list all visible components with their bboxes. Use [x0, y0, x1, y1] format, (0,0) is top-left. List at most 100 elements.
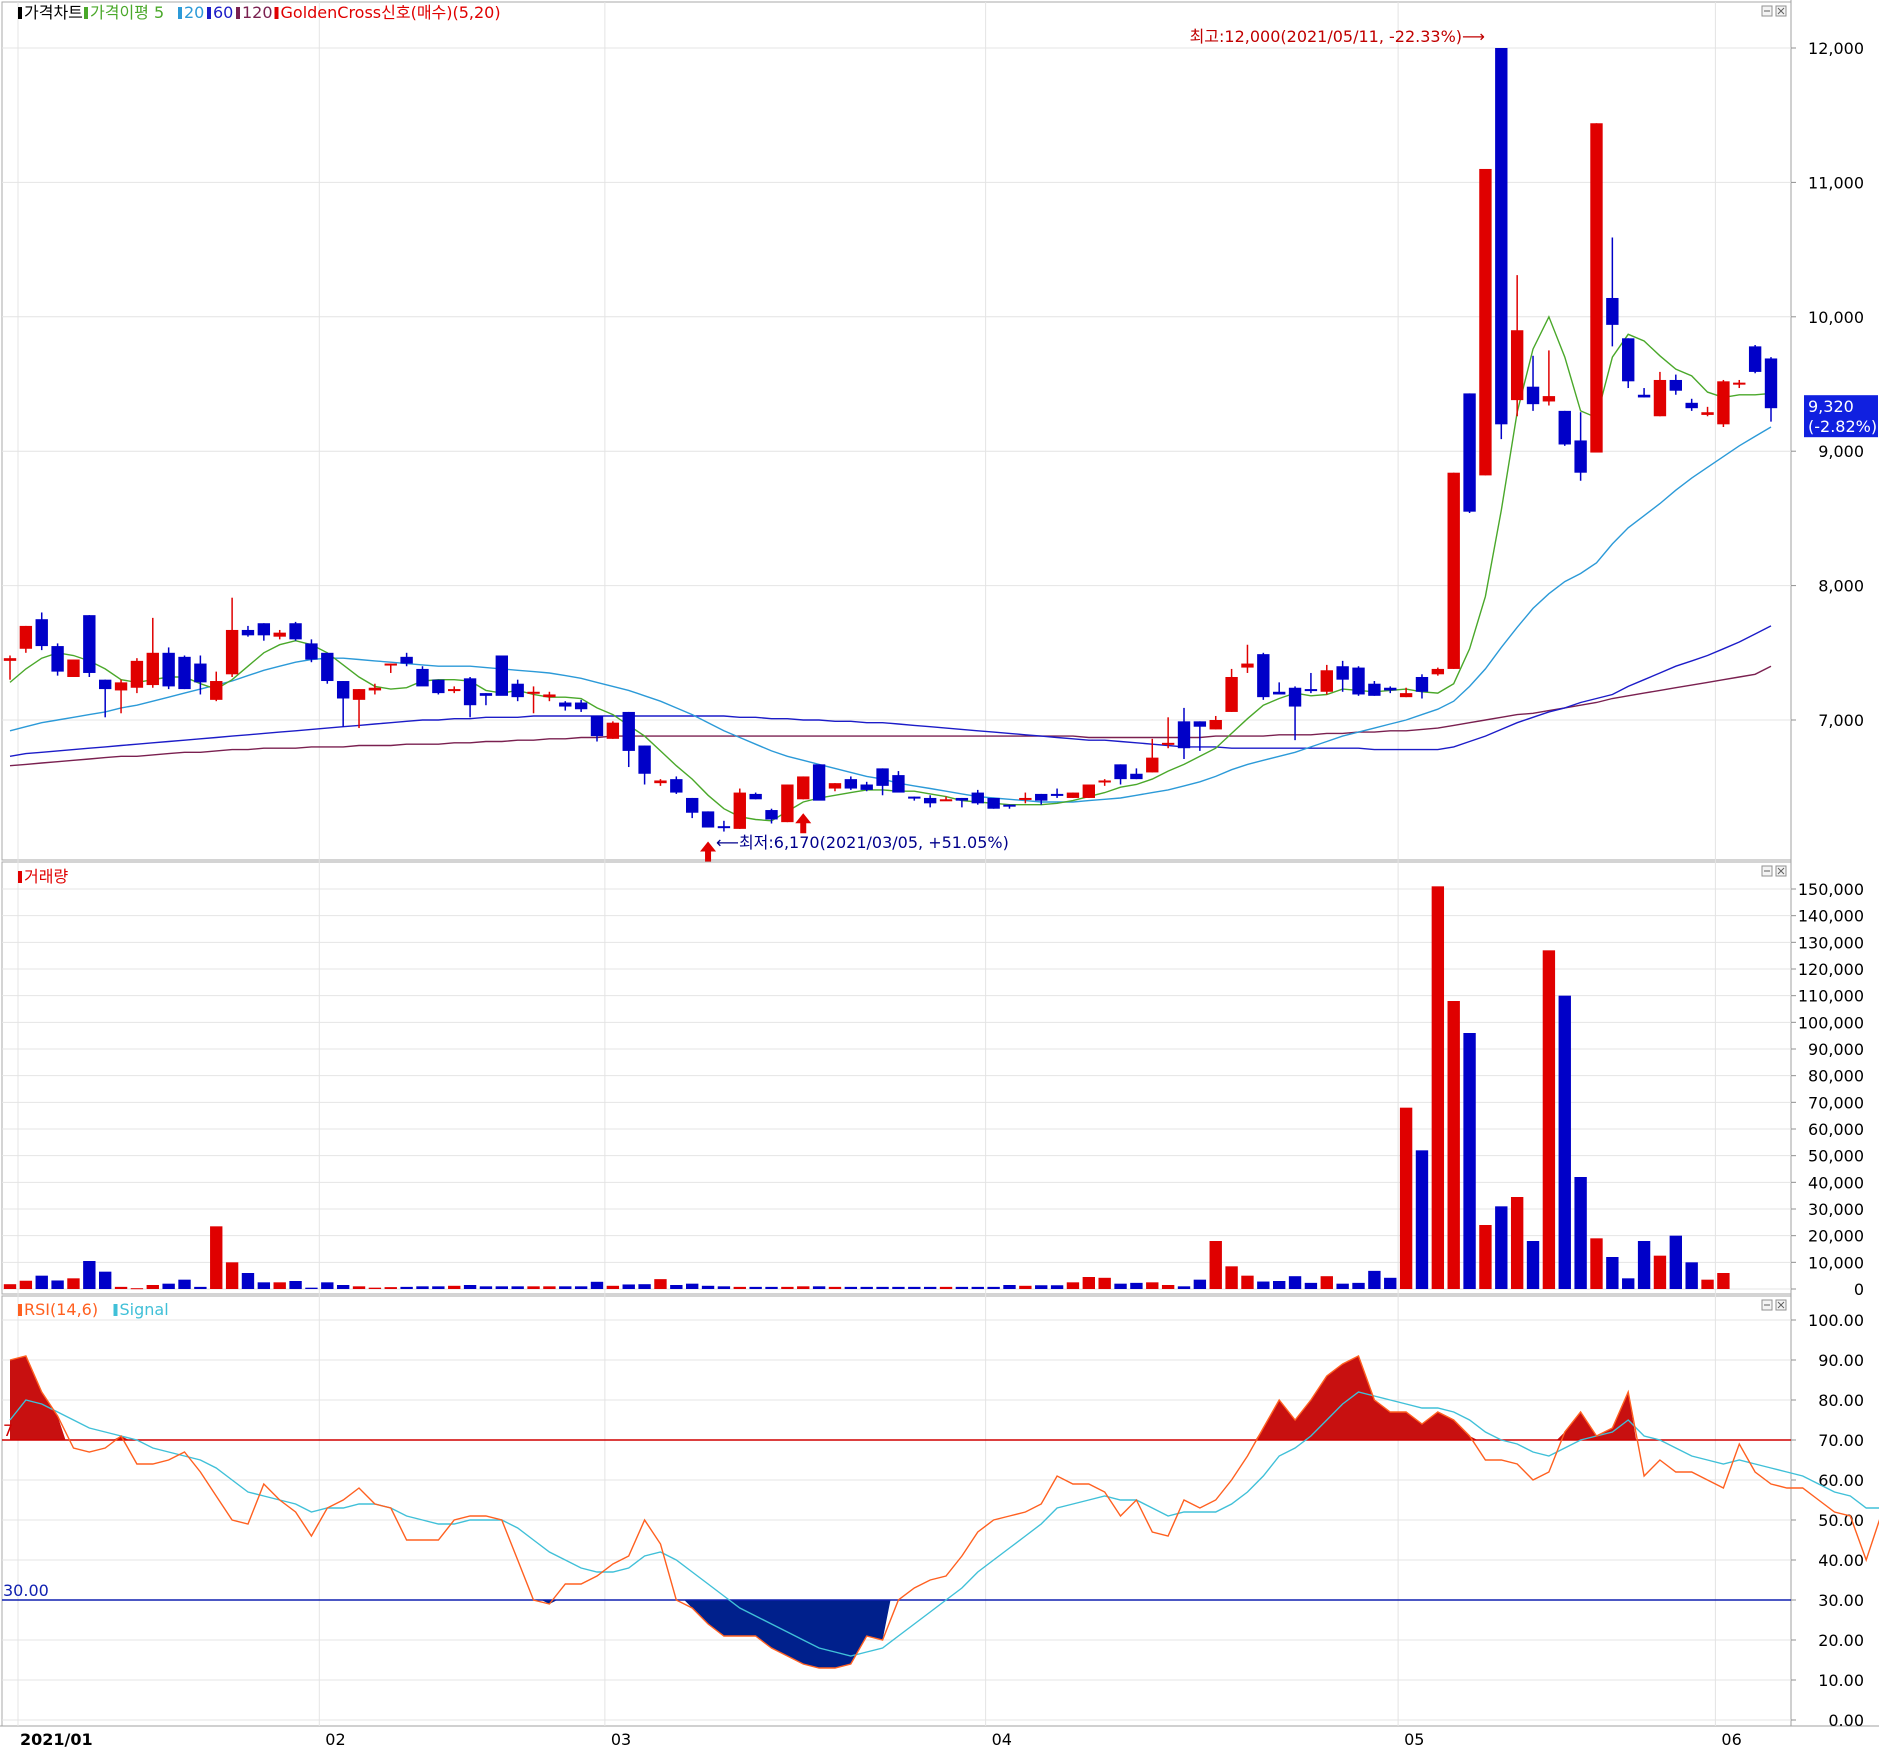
price-legend-item: 20 [184, 3, 204, 22]
candle [1193, 721, 1207, 727]
volume-bar [1288, 1276, 1302, 1289]
candle [1685, 402, 1698, 409]
volume-bar [543, 1286, 556, 1289]
candle [257, 623, 271, 636]
candle [527, 691, 540, 694]
volume-y-tick-label: 50,000 [1808, 1147, 1864, 1166]
volume-bar [1209, 1241, 1222, 1289]
price-y-tick-label: 8,000 [1818, 577, 1864, 596]
volume-bar [1352, 1282, 1365, 1289]
candle [3, 658, 17, 661]
volume-bar [590, 1281, 604, 1289]
candle [1637, 394, 1651, 398]
candle [35, 619, 48, 647]
candle [511, 683, 524, 698]
volume-bar [622, 1284, 635, 1289]
volume-bar [1384, 1277, 1397, 1289]
volume-y-tick-label: 70,000 [1808, 1093, 1864, 1112]
candle [1574, 440, 1587, 473]
candle [1177, 721, 1191, 749]
volume-bar [3, 1284, 17, 1289]
candle [1320, 670, 1333, 692]
volume-bar [1606, 1257, 1619, 1289]
volume-legend-swatch [18, 871, 22, 883]
candle [495, 655, 508, 696]
volume-bar [1336, 1283, 1349, 1289]
volume-bar [479, 1286, 493, 1289]
candle [638, 745, 651, 774]
volume-bar [606, 1285, 620, 1289]
volume-bar [749, 1286, 762, 1289]
volume-bar [797, 1286, 810, 1289]
candle [19, 625, 33, 649]
volume-bar [527, 1286, 540, 1289]
price-legend-item: 가격이평 5 [90, 3, 164, 22]
rsi-y-tick-label: 20.00 [1818, 1631, 1864, 1650]
rsi-y-tick-label: 90.00 [1818, 1351, 1864, 1370]
volume-bar [51, 1280, 64, 1289]
candle [622, 711, 635, 751]
volume-y-tick-label: 150,000 [1798, 880, 1864, 899]
volume-bar [1003, 1285, 1016, 1289]
rsi-lower-label: 30.00 [3, 1581, 49, 1600]
volume-bar [1050, 1285, 1064, 1289]
volume-bar [1590, 1238, 1603, 1289]
volume-bar [368, 1287, 382, 1289]
price-legend-swatch [178, 7, 182, 19]
candle [1209, 720, 1222, 730]
candle [1114, 764, 1127, 780]
candle [955, 797, 969, 801]
rsi-y-tick-label: 30.00 [1818, 1591, 1864, 1610]
volume-bar [1447, 1001, 1460, 1289]
candle [939, 799, 953, 802]
rsi-y-tick-label: 70.00 [1818, 1431, 1864, 1450]
volume-bar [876, 1286, 889, 1289]
x-tick-label: 05 [1404, 1730, 1424, 1749]
candle [241, 629, 255, 636]
candle [225, 629, 239, 675]
candle [1066, 792, 1080, 798]
price-legend-swatch [207, 7, 211, 19]
volume-bar [987, 1286, 1000, 1289]
candle [463, 678, 477, 706]
x-tick-label: 03 [611, 1730, 631, 1749]
candle [1019, 797, 1032, 800]
volume-bar [19, 1280, 33, 1289]
volume-bar [701, 1285, 715, 1289]
rsi-y-tick-label: 0.00 [1828, 1711, 1864, 1730]
volume-bar [733, 1286, 746, 1289]
candle [1701, 412, 1714, 415]
volume-y-tick-label: 80,000 [1808, 1067, 1864, 1086]
candle [1542, 396, 1556, 402]
volume-bar [955, 1286, 969, 1289]
candle [448, 689, 461, 692]
candle [559, 702, 572, 707]
volume-y-tick-label: 90,000 [1808, 1040, 1864, 1059]
candle [1669, 379, 1682, 391]
volume-bar [1526, 1241, 1540, 1289]
candle [178, 656, 191, 690]
volume-bar [971, 1286, 984, 1289]
volume-bar [638, 1284, 651, 1289]
volume-bar [83, 1261, 96, 1289]
candle [1717, 381, 1730, 425]
volume-bar [162, 1283, 175, 1289]
volume-bar [336, 1285, 350, 1289]
candle [1273, 691, 1286, 695]
candle [1606, 297, 1619, 325]
volume-bar [1463, 1033, 1476, 1289]
candle [654, 780, 667, 784]
price-legend-swatch [274, 7, 279, 19]
candle [1415, 676, 1429, 692]
candle [1130, 773, 1143, 780]
candle [210, 681, 223, 700]
volume-bar [1717, 1273, 1730, 1289]
volume-bar [1669, 1235, 1682, 1289]
candle [1146, 757, 1159, 773]
rsi-y-tick-label: 10.00 [1818, 1671, 1864, 1690]
price-legend-item: GoldenCross신호(매수)(5,20) [281, 3, 501, 22]
volume-bar [559, 1286, 572, 1289]
volume-bar [1574, 1177, 1587, 1289]
volume-bar [1542, 950, 1556, 1289]
candle [733, 792, 746, 829]
